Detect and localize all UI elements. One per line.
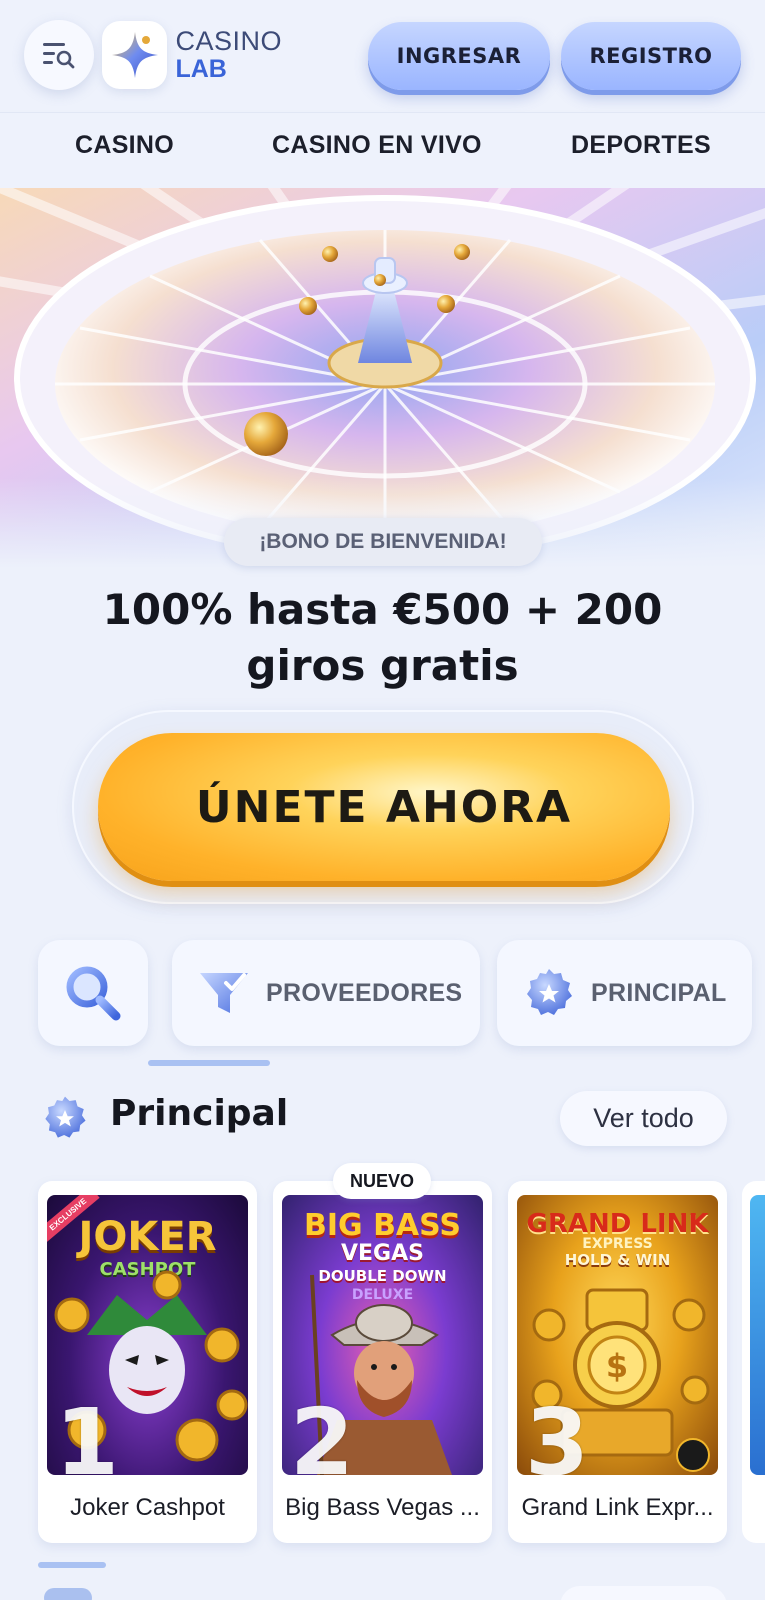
hero-banner — [0, 188, 765, 568]
principal-badge-icon — [45, 1096, 86, 1138]
main-filter[interactable]: PRINCIPAL — [497, 940, 752, 1046]
promo-headline: 100% hasta €500 + 200 giros gratis — [0, 582, 765, 694]
game-card-joker-cashpot[interactable]: EXCLUSIVE JOKER CASHPOT 1 Joker Cashpot — [38, 1181, 257, 1543]
game-card-big-bass-vegas[interactable]: BIG BASS VEGAS DOUBLE DOWN DELUXE 2 Big … — [273, 1181, 492, 1543]
game-title: Joker Cashpot — [70, 1494, 225, 1521]
header: CASINO LAB INGRESAR REGISTRO — [0, 0, 765, 110]
providers-label: PROVEEDORES — [266, 978, 463, 1007]
game-title: Big Bass Vegas ... — [285, 1494, 480, 1521]
game-rank: 3 — [525, 1389, 590, 1476]
see-all-button[interactable]: Ver todo — [560, 1091, 727, 1146]
svg-text:$: $ — [606, 1347, 628, 1385]
game-thumbnail: BIG BASS VEGAS DOUBLE DOWN DELUXE 2 — [282, 1195, 483, 1475]
games-scroll-indicator — [38, 1562, 106, 1568]
welcome-bonus-badge: ¡BONO DE BIENVENIDA! — [224, 518, 542, 566]
badge-star-icon — [527, 969, 572, 1015]
next-section-see-all[interactable] — [560, 1586, 727, 1600]
game-thumbnail: EXCLUSIVE JOKER CASHPOT 1 — [47, 1195, 248, 1475]
join-now-button[interactable]: ÚNETE AHORA — [98, 733, 670, 881]
menu-button[interactable] — [24, 20, 94, 90]
main-nav: CASINO CASINO EN VIVO DEPORTES — [0, 112, 765, 188]
casino-lab-logo[interactable]: CASINO LAB — [102, 20, 282, 90]
game-title: Grand Link Expr... — [521, 1494, 714, 1521]
logo-text-casino: CASINO — [175, 26, 282, 56]
game-thumbnail — [750, 1195, 765, 1475]
logo-text-lab: LAB — [175, 55, 227, 83]
promo-headline-line2: giros gratis — [246, 641, 519, 690]
menu-search-icon — [43, 43, 75, 69]
login-button[interactable]: INGRESAR — [368, 22, 550, 90]
game-rank: 2 — [290, 1389, 355, 1476]
promo-headline-line1: 100% hasta €500 + 200 — [102, 585, 663, 634]
new-badge: NUEVO — [333, 1163, 431, 1199]
game-card-grand-link-express[interactable]: GRAND LINK EXPRESS HOLD & WIN $ 3 Grand … — [508, 1181, 727, 1543]
logo-star-icon — [102, 21, 168, 89]
section-title: Principal — [110, 1093, 289, 1134]
filter-scroll-indicator — [148, 1060, 270, 1066]
register-button[interactable]: REGISTRO — [561, 22, 741, 90]
filter-funnel-icon — [200, 973, 248, 1013]
game-rank: 1 — [55, 1389, 120, 1476]
nav-item-sports[interactable]: DEPORTES — [571, 131, 711, 160]
main-label: PRINCIPAL — [591, 978, 727, 1007]
next-section-icon — [44, 1588, 92, 1600]
search-icon — [66, 966, 121, 1021]
game-card-partial[interactable] — [742, 1181, 765, 1543]
nav-item-casino[interactable]: CASINO — [75, 131, 174, 160]
game-thumbnail: GRAND LINK EXPRESS HOLD & WIN $ 3 — [517, 1195, 718, 1475]
nav-item-live-casino[interactable]: CASINO EN VIVO — [272, 131, 482, 160]
game-search-button[interactable] — [38, 940, 148, 1046]
providers-filter[interactable]: PROVEEDORES — [172, 940, 480, 1046]
